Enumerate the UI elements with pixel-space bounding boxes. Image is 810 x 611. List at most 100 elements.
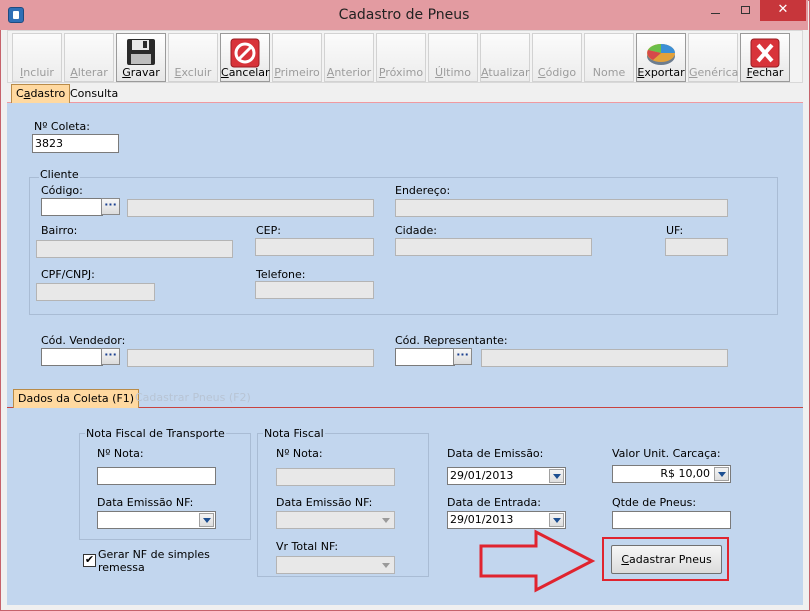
cpf-cnpj-label: CPF/CNPJ: — [41, 268, 95, 281]
vendedor-nome-field — [127, 349, 374, 367]
maximize-icon — [740, 6, 750, 14]
vendedor-input[interactable] — [41, 348, 103, 366]
generica-button[interactable]: Genérica — [688, 33, 738, 82]
fechar-label: Fechar — [746, 66, 784, 79]
chevron-down-icon — [199, 513, 214, 527]
nome-label: Nome — [592, 66, 626, 79]
gerar-nf-checkbox[interactable]: ✔ — [83, 554, 96, 567]
incluir-label: Incluir — [20, 66, 54, 79]
anterior-label: Anterior — [326, 66, 372, 79]
cidade-label: Cidade: — [395, 224, 437, 237]
vr-total-nf-label: Vr Total NF: — [276, 540, 339, 553]
ultimo-label: Último — [435, 66, 471, 79]
gravar-label: Gravar — [122, 66, 160, 79]
bairro-label: Bairro: — [41, 224, 78, 237]
exportar-label: Exportar — [637, 66, 685, 79]
fechar-button[interactable]: Fechar — [740, 33, 790, 82]
telefone-field — [255, 281, 374, 299]
codigo-label: Código: — [41, 184, 83, 197]
nf-transporte-data-label: Data Emissão NF: — [97, 496, 194, 509]
close-icon: ✕ — [777, 2, 789, 17]
gerar-nf-label-line1: Gerar NF de simples — [98, 548, 210, 561]
nota-fiscal-data-select — [276, 511, 395, 529]
data-entrada-select[interactable]: 29/01/2013 — [447, 511, 566, 529]
primeiro-label: Primeiro — [274, 66, 320, 79]
data-emissao-select[interactable]: 29/01/2013 — [447, 467, 566, 485]
tab-dados-coleta[interactable]: Dados da Coleta (F1) — [13, 389, 140, 408]
telefone-label: Telefone: — [256, 268, 306, 281]
representante-input[interactable] — [395, 348, 455, 366]
cep-label: CEP: — [256, 224, 281, 237]
alterar-button[interactable]: Alterar — [64, 33, 114, 82]
main-tabstrip: Cadastro Consulta — [7, 83, 803, 103]
uf-field — [665, 238, 728, 256]
tab-consulta[interactable]: Consulta — [66, 85, 122, 104]
gravar-button[interactable]: Gravar — [116, 33, 166, 82]
vendedor-lookup-button[interactable]: ··· — [101, 348, 120, 365]
representante-nome-field — [481, 349, 728, 367]
cadastrar-pneus-button[interactable]: Cadastrar Pneus — [611, 545, 722, 574]
title-bar: Cadastro de Pneus ✕ — [0, 0, 808, 30]
qtde-pneus-input[interactable] — [612, 511, 731, 529]
excluir-button[interactable]: Excluir — [168, 33, 218, 82]
data-emissao-label: Data de Emissão: — [447, 447, 544, 460]
close-window-button[interactable]: ✕ — [760, 0, 806, 21]
incluir-button[interactable]: Incluir — [12, 33, 62, 82]
num-coleta-label: Nº Coleta: — [34, 120, 90, 133]
primeiro-button[interactable]: Primeiro — [272, 33, 322, 82]
generica-label: Genérica — [689, 66, 739, 79]
nota-fiscal-nota-field — [276, 468, 395, 486]
codigo-label: Código — [537, 66, 577, 79]
valor-carcaca-value: R$ 10,00 — [660, 467, 710, 480]
chevron-down-icon — [714, 467, 729, 481]
bairro-field — [36, 240, 233, 258]
cliente-group-label: Cliente — [39, 168, 80, 181]
ultimo-button[interactable]: Último — [428, 33, 478, 82]
chevron-down-icon — [378, 513, 393, 527]
chevron-down-icon — [378, 558, 393, 572]
data-emissao-value: 29/01/2013 — [450, 469, 514, 482]
cpf-cnpj-field — [36, 283, 155, 301]
floppy-disk-icon — [127, 39, 155, 65]
pie-chart-icon — [647, 44, 675, 65]
valor-carcaca-label: Valor Unit. Carcaça: — [612, 447, 721, 460]
codigo-button[interactable]: Código — [532, 33, 582, 82]
codigo-input[interactable] — [41, 198, 103, 216]
red-arrow-icon — [479, 529, 596, 593]
nf-transporte-data-select[interactable] — [97, 511, 216, 529]
excluir-label: Excluir — [174, 66, 212, 79]
vr-total-nf-select — [276, 556, 395, 574]
nf-transporte-title: Nota Fiscal de Transporte — [85, 427, 226, 440]
ellipsis-icon: ··· — [104, 348, 117, 361]
nome-button[interactable]: Nome — [584, 33, 634, 82]
data-entrada-label: Data de Entrada: — [447, 496, 541, 509]
atualizar-button[interactable]: Atualizar — [480, 33, 530, 82]
cancelar-label: Cancelar — [221, 66, 270, 79]
nota-fiscal-nota-label: Nº Nota: — [276, 447, 323, 460]
valor-carcaca-select[interactable]: R$ 10,00 — [612, 465, 731, 483]
representante-lookup-button[interactable]: ··· — [453, 348, 472, 365]
chevron-down-icon — [549, 513, 564, 527]
window-title: Cadastro de Pneus — [338, 7, 470, 23]
cancelar-button[interactable]: Cancelar — [220, 33, 270, 82]
anterior-button[interactable]: Anterior — [324, 33, 374, 82]
minimize-icon — [710, 13, 720, 14]
num-coleta-input[interactable]: 3823 — [32, 134, 119, 153]
tab-cadastrar-pneus[interactable]: Cadastrar Pneus (F2) — [131, 389, 255, 408]
proximo-button[interactable]: Próximo — [376, 33, 426, 82]
maximize-button[interactable] — [731, 0, 759, 21]
cliente-nome-field — [127, 199, 374, 217]
codigo-lookup-button[interactable]: ··· — [101, 198, 120, 215]
ellipsis-icon: ··· — [104, 198, 117, 211]
proximo-label: Próximo — [378, 66, 424, 79]
nf-transporte-nota-input[interactable] — [97, 467, 216, 485]
atualizar-label: Atualizar — [481, 66, 530, 79]
minimize-button[interactable] — [700, 0, 730, 21]
ellipsis-icon: ··· — [456, 348, 469, 361]
qtde-pneus-label: Qtde de Pneus: — [612, 496, 697, 509]
exportar-button[interactable]: Exportar — [636, 33, 686, 82]
tab-cadastro[interactable]: Cadastro — [11, 84, 71, 103]
toolbar: Incluir Alterar Gravar Excluir Cancelar … — [7, 30, 803, 83]
nota-fiscal-title: Nota Fiscal — [263, 427, 325, 440]
cancel-icon — [230, 38, 260, 68]
